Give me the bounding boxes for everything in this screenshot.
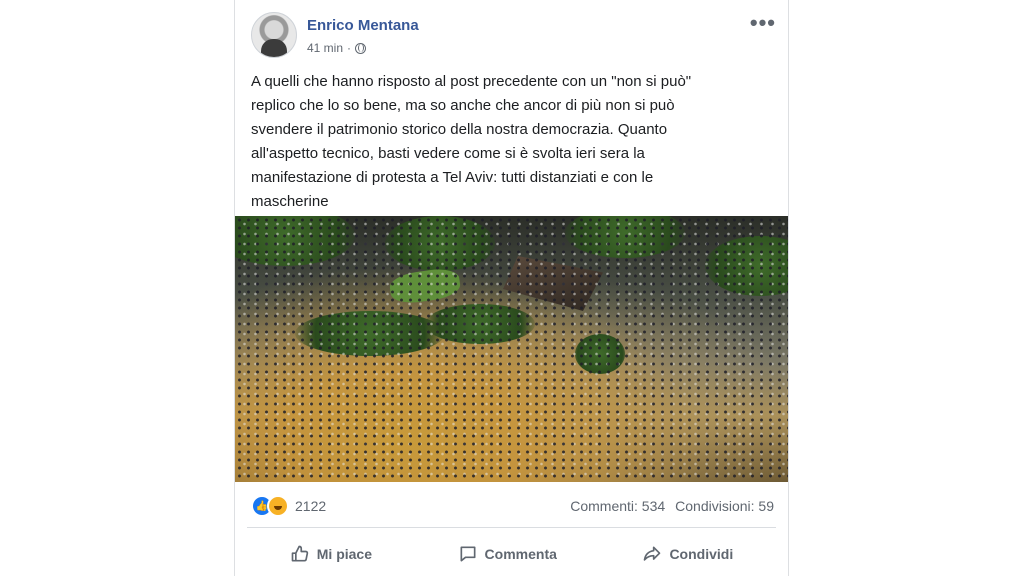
like-button[interactable]: Mi piace [290, 544, 372, 564]
post-photo[interactable] [235, 216, 788, 482]
reactions-bar: 👍 2122 Commenti: 534 Condivisioni: 59 [251, 494, 774, 518]
comment-icon [460, 546, 476, 562]
reaction-icons[interactable]: 👍 [251, 495, 289, 517]
share-button[interactable]: Condividi [642, 544, 733, 564]
post-meta: 41 min · [307, 41, 367, 55]
divider [247, 527, 776, 528]
facebook-post-card: Enrico Mentana 41 min · ••• A quelli che… [234, 0, 789, 576]
like-button-label: Mi piace [316, 546, 373, 562]
share-button-label: Condividi [669, 546, 734, 562]
engagement-counts: Commenti: 534 Condivisioni: 59 [570, 498, 774, 514]
more-options-button[interactable]: ••• [750, 12, 776, 34]
author-avatar[interactable] [251, 12, 297, 58]
shares-count[interactable]: Condivisioni: 59 [675, 498, 774, 514]
comments-count[interactable]: Commenti: 534 [570, 498, 665, 514]
post-header: Enrico Mentana 41 min · ••• [251, 12, 776, 62]
comment-button-label: Commenta [484, 546, 557, 562]
thumbs-up-icon [291, 545, 308, 562]
post-text: A quelli che hanno risposto al post prec… [251, 73, 692, 210]
meta-separator: · [347, 41, 352, 55]
comment-button[interactable]: Commenta [458, 544, 557, 564]
author-name[interactable]: Enrico Mentana [307, 17, 419, 34]
globe-icon [355, 42, 367, 54]
reaction-count[interactable]: 2122 [295, 498, 326, 514]
post-timestamp[interactable]: 41 min [307, 41, 343, 55]
post-actions: Mi piace Commenta Condividi [247, 538, 776, 570]
share-arrow-icon [644, 546, 661, 561]
haha-icon [267, 495, 289, 517]
